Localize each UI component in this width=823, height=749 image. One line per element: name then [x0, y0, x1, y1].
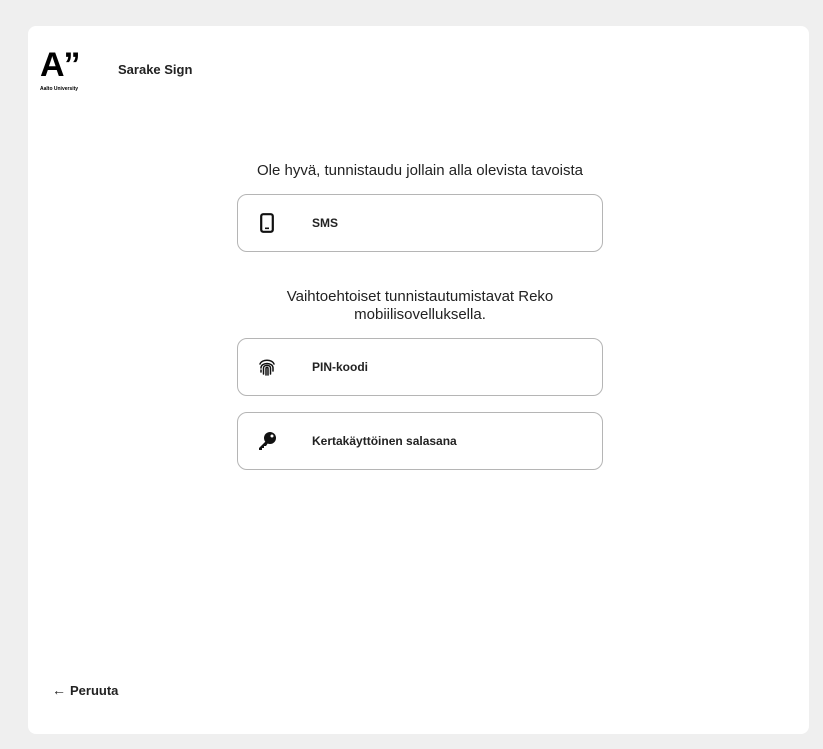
cancel-label: Peruuta — [70, 682, 119, 698]
alt-auth-prompt: Vaihtoehtoiset tunnistautumistavat Reko … — [286, 288, 554, 323]
otp-option-label: Kertakäyttöinen salasana — [312, 434, 457, 448]
fingerprint-icon — [257, 357, 277, 377]
aalto-logo: A” Aalto University — [40, 48, 100, 98]
arrow-left-icon: ← — [52, 682, 66, 698]
auth-prompt: Ole hyvä, tunnistaudu jollain alla olevi… — [256, 162, 584, 179]
cancel-link[interactable]: ← Peruuta — [52, 682, 118, 698]
auth-card: A” Aalto University Sarake Sign Ole hyvä… — [28, 26, 809, 734]
logo-subtitle: Aalto University — [40, 86, 79, 92]
header: A” Aalto University Sarake Sign — [40, 48, 192, 98]
sms-option-label: SMS — [312, 216, 339, 230]
otp-option-button[interactable]: Kertakäyttöinen salasana — [237, 412, 603, 470]
sms-option-button[interactable]: SMS — [237, 194, 603, 252]
pin-option-label: PIN-koodi — [312, 360, 368, 374]
mobile-phone-icon — [257, 213, 277, 233]
logo-mark: A” — [40, 46, 81, 84]
key-icon — [257, 431, 277, 451]
pin-option-button[interactable]: PIN-koodi — [237, 338, 603, 396]
auth-options: Ole hyvä, tunnistaudu jollain alla olevi… — [237, 162, 603, 486]
app-title: Sarake Sign — [118, 62, 193, 77]
